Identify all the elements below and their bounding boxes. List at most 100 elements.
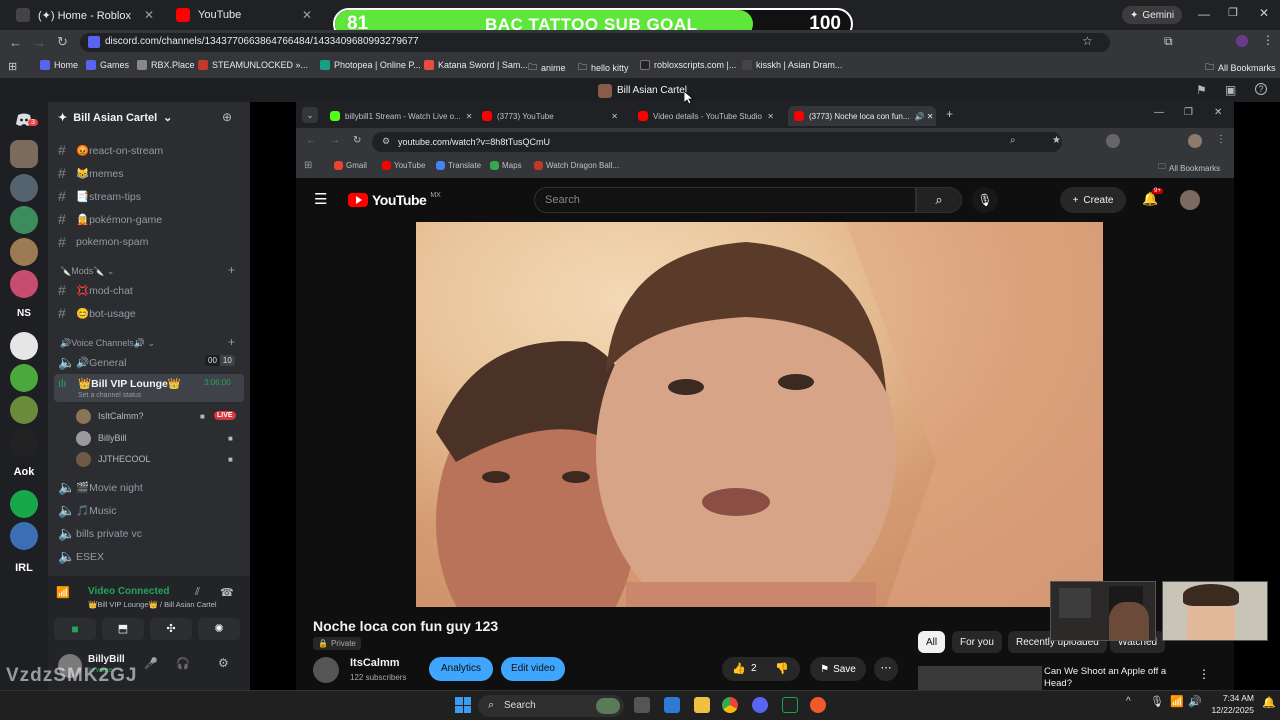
restore-icon[interactable]: ❐: [1228, 6, 1238, 19]
create-button[interactable]: + Create: [1060, 187, 1126, 213]
server-icon[interactable]: [10, 238, 38, 266]
voice-channel[interactable]: 🔈 bills private vc: [58, 525, 142, 542]
voice-channel[interactable]: 🔈 🎵Music: [58, 502, 117, 519]
mic-icon[interactable]: 🎤: [144, 657, 158, 670]
chip-all[interactable]: All: [918, 631, 946, 653]
bookmark-folder[interactable]: 🗀 anime: [528, 60, 566, 76]
voice-channel-general[interactable]: 🔈 🔊General: [58, 354, 126, 371]
server-icon-ns[interactable]: NS: [10, 300, 38, 328]
activities-button[interactable]: ✣: [150, 618, 192, 640]
task-view-icon[interactable]: [634, 697, 650, 713]
server-icon[interactable]: [10, 522, 38, 550]
new-tab-icon[interactable]: +: [946, 107, 953, 121]
bookmark-item[interactable]: Gmail: [334, 161, 367, 170]
invite-icon[interactable]: ⊕: [222, 110, 232, 124]
video-player[interactable]: [416, 222, 1103, 607]
minimize-icon[interactable]: —: [1198, 7, 1210, 21]
bookmark-item[interactable]: Watch Dragon Ball...: [534, 161, 619, 170]
add-channel-icon[interactable]: +: [228, 263, 235, 277]
clock-date[interactable]: 12/22/2025: [1208, 705, 1254, 715]
tab-youtube[interactable]: YouTube ✕: [166, 4, 322, 26]
search-icon[interactable]: ⌕: [916, 187, 962, 213]
connection-location[interactable]: 👑Bill VIP Lounge👑 / Bill Asian Cartel: [88, 600, 217, 609]
channel-item[interactable]: # 😊bot-usage: [58, 305, 136, 321]
headphones-icon[interactable]: 🎧: [176, 657, 190, 670]
volume-icon[interactable]: 🔊: [1188, 695, 1202, 708]
server-icon[interactable]: [10, 174, 38, 202]
forward-icon[interactable]: →: [33, 35, 46, 50]
discord-icon[interactable]: [752, 697, 768, 713]
category-mods[interactable]: 🔪Mods🔪 ⌄: [60, 266, 114, 277]
edit-video-button[interactable]: Edit video: [501, 657, 565, 681]
extension-icon[interactable]: [1106, 134, 1120, 148]
opera-gx-icon[interactable]: [810, 697, 826, 713]
bookmark-item[interactable]: YouTube: [382, 161, 425, 170]
apps-grid-icon[interactable]: ⊞: [304, 160, 312, 171]
inner-tab[interactable]: (3773) YouTube ✕: [476, 106, 624, 126]
reload-icon[interactable]: ↻: [57, 34, 68, 50]
close-icon[interactable]: ✕: [302, 8, 312, 22]
microphone-icon[interactable]: 🎙: [972, 187, 998, 213]
all-bookmarks[interactable]: 🗀 All Bookmarks: [1205, 60, 1276, 76]
voice-channel-vip[interactable]: ılı 👑Bill VIP Lounge👑 3:06:00 Set a chan…: [54, 374, 244, 402]
thumbs-down-icon[interactable]: 👎: [775, 662, 789, 675]
bookmark-item[interactable]: Photopea | Online P...: [320, 60, 421, 70]
youtube-logo[interactable]: YouTube MX: [348, 192, 441, 208]
bookmark-folder[interactable]: 🗀 hello kitty: [578, 60, 629, 76]
chip-for-you[interactable]: For you: [952, 631, 1002, 653]
star-icon[interactable]: ☆: [1082, 34, 1093, 48]
server-icon-aok[interactable]: Aok: [10, 458, 38, 486]
close-icon[interactable]: ✕: [144, 8, 154, 22]
channel-avatar[interactable]: [313, 657, 339, 683]
bookmark-item[interactable]: Home: [40, 60, 78, 70]
bookmark-item[interactable]: Translate: [436, 161, 481, 170]
mic-icon[interactable]: 🎙: [1150, 695, 1164, 708]
channel-item[interactable]: # 💢mod-chat: [58, 282, 133, 298]
back-icon[interactable]: ←: [9, 35, 22, 50]
noise-suppression-icon[interactable]: ⫽: [195, 586, 200, 599]
add-channel-icon[interactable]: +: [228, 335, 235, 349]
youtube-search-input[interactable]: Search: [534, 187, 916, 213]
bookmark-item[interactable]: kisskh | Asian Dram...: [742, 60, 842, 70]
camera-button[interactable]: ■: [54, 618, 96, 640]
zoom-icon[interactable]: ⌕: [1010, 135, 1016, 146]
channel-item[interactable]: # 😡react-on-stream: [58, 142, 163, 158]
outer-url-bar[interactable]: discord.com/channels/1343770663864766484…: [80, 33, 1110, 52]
windows-start-icon[interactable]: [455, 697, 471, 713]
back-icon[interactable]: ←: [306, 135, 316, 146]
more-actions-icon[interactable]: ⋯: [874, 657, 898, 681]
extensions-icon[interactable]: ⧉: [1164, 34, 1173, 49]
all-bookmarks[interactable]: 🗀 All Bookmarks: [1158, 161, 1220, 175]
gemini-button[interactable]: ✦ Gemini: [1122, 6, 1183, 24]
screen-share-button[interactable]: ⬒: [102, 618, 144, 640]
set-status-link[interactable]: Set a channel status: [78, 392, 141, 399]
apps-grid-icon[interactable]: ⊞: [8, 60, 17, 73]
soundboard-button[interactable]: ✺: [198, 618, 240, 640]
account-avatar[interactable]: [1180, 190, 1200, 210]
reload-icon[interactable]: ↻: [353, 135, 361, 146]
more-actions-icon[interactable]: ⋮: [1198, 667, 1210, 681]
disconnect-icon[interactable]: ☎: [220, 586, 234, 599]
forward-icon[interactable]: →: [330, 135, 340, 146]
recommendation-title[interactable]: Can We Shoot an Apple off a Head?: [1044, 666, 1174, 690]
file-explorer-icon[interactable]: [694, 697, 710, 713]
server-icon[interactable]: [10, 270, 38, 298]
chrome-icon[interactable]: [722, 697, 738, 713]
thumbs-up-icon[interactable]: 👍: [732, 662, 746, 675]
notifications-icon[interactable]: 🔔: [1262, 696, 1276, 709]
app-icon[interactable]: [664, 697, 680, 713]
voice-channel[interactable]: 🔈 ESEX: [58, 548, 104, 565]
tab-search-icon[interactable]: ⌄: [302, 107, 318, 123]
minimize-icon[interactable]: —: [1154, 107, 1164, 118]
tray-overflow-icon[interactable]: ^: [1126, 696, 1131, 707]
inbox-icon[interactable]: ▣: [1225, 83, 1236, 97]
channel-item[interactable]: # pokemon-spam: [58, 234, 148, 250]
inner-tab[interactable]: Video details - YouTube Studio ✕: [632, 106, 780, 126]
settings-gear-icon[interactable]: ⚙: [218, 656, 229, 670]
tab-roblox[interactable]: (✦) Home - Roblox ✕: [6, 4, 164, 26]
menu-icon[interactable]: ⋮: [1216, 134, 1226, 145]
voice-member[interactable]: JJTHECOOL ■: [76, 451, 240, 469]
taskbar-search-input[interactable]: ⌕ Search: [478, 695, 624, 717]
server-icon-irl[interactable]: IRL: [10, 554, 38, 582]
analytics-button[interactable]: Analytics: [429, 657, 493, 681]
